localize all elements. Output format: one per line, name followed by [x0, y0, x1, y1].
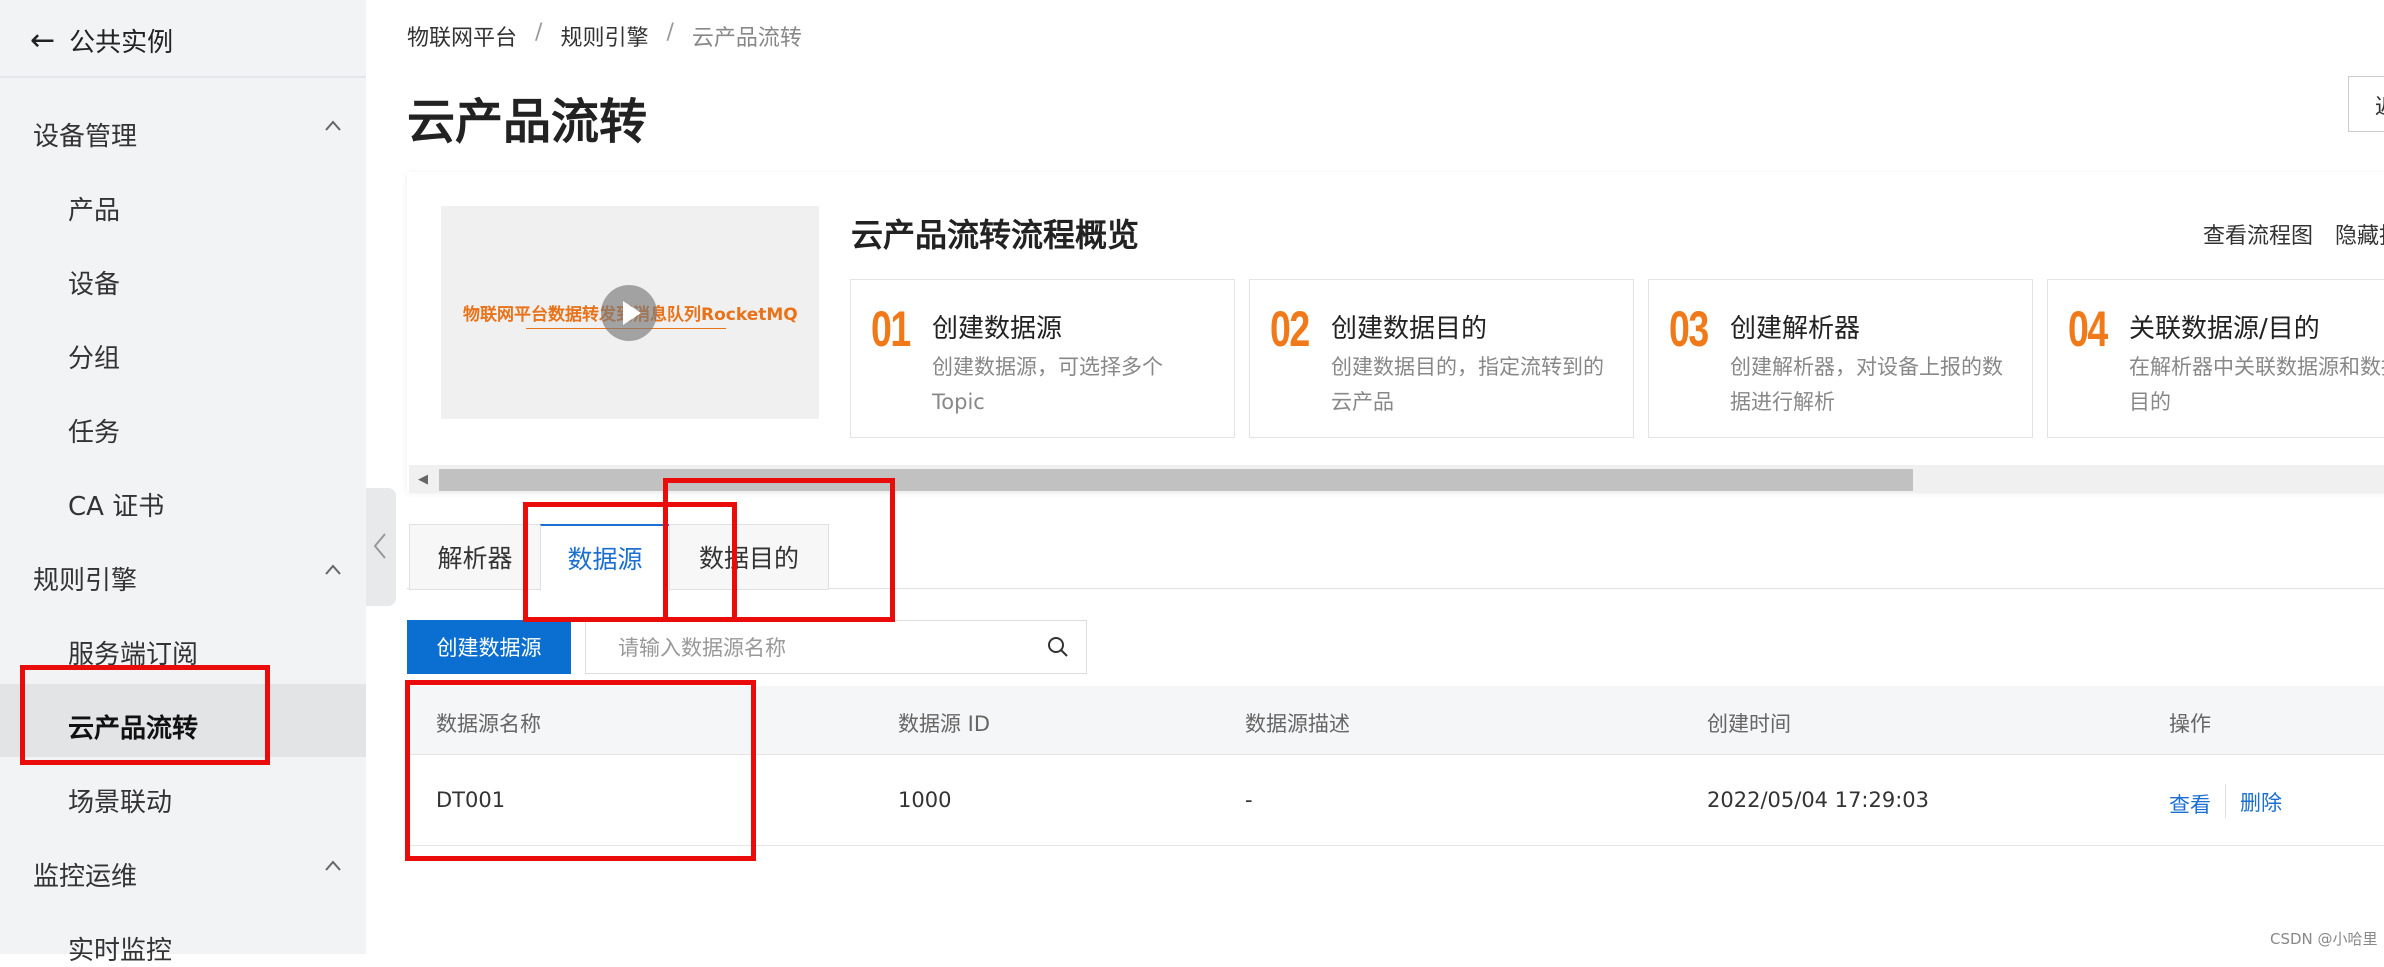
breadcrumb-iot-platform[interactable]: 物联网平台 [407, 20, 517, 52]
sidebar-item-products[interactable]: 产品 [68, 190, 120, 227]
play-icon[interactable] [601, 285, 657, 341]
step-number: 03 [1669, 301, 1709, 357]
sidebar-group-rule-engine[interactable]: 规则引擎 [33, 560, 137, 597]
step-description: 创建解析器，对设备上报的数据进行解析 [1730, 355, 2003, 414]
step-card-2: 02 创建数据目的 创建数据目的，指定流转到的云产品 [1249, 279, 1634, 438]
scroll-left-icon[interactable]: ◀ [418, 472, 428, 487]
page-title: 云产品流转 [407, 94, 648, 150]
step-title: 创建解析器 [1730, 314, 1861, 344]
intro-video[interactable]: 物联网平台数据转发到消息队列RocketMQ [441, 206, 819, 419]
search-input[interactable] [616, 621, 1020, 675]
sidebar-item-realtime-monitoring[interactable]: 实时监控 [68, 930, 172, 967]
create-data-source-button[interactable]: 创建数据源 [407, 620, 571, 674]
chevron-up-icon[interactable] [325, 118, 341, 134]
cell-created-time: 2022/05/04 17:29:03 [1707, 788, 1930, 812]
sidebar-group-device-management[interactable]: 设备管理 [33, 116, 137, 153]
cell-description: - [1245, 788, 1253, 812]
arrow-left-icon: ← [30, 22, 56, 58]
step-card-1: 01 创建数据源 创建数据源，可选择多个 Topic [850, 279, 1235, 438]
breadcrumb-separator: / [535, 20, 543, 45]
action-separator [2225, 784, 2226, 818]
step-card-4: 04 关联数据源/目的 在解析器中关联数据源和数据目的 [2047, 279, 2384, 438]
step-title: 创建数据源 [932, 314, 1063, 344]
step-card-3: 03 创建解析器 创建解析器，对设备上报的数据进行解析 [1648, 279, 2033, 438]
sidebar-item-groups[interactable]: 分组 [68, 338, 120, 375]
step-description: 在解析器中关联数据源和数据目的 [2129, 355, 2384, 414]
highlight-box-destination-tab [663, 478, 895, 622]
overview-title: 云产品流转流程概览 [851, 216, 1140, 254]
breadcrumb-separator: / [666, 20, 674, 45]
sidebar-item-tasks[interactable]: 任务 [68, 412, 120, 449]
sidebar-collapse-handle[interactable] [366, 488, 396, 606]
step-title: 创建数据目的 [1331, 314, 1488, 344]
sidebar-divider [0, 76, 366, 78]
sidebar-item-ca-certificate[interactable]: CA 证书 [68, 486, 164, 523]
sidebar-item-devices[interactable]: 设备 [68, 264, 120, 301]
view-link[interactable]: 查看 [2169, 789, 2211, 819]
column-header-created-time: 创建时间 [1707, 712, 1791, 736]
sidebar-group-monitoring[interactable]: 监控运维 [33, 856, 137, 893]
back-label: 公共实例 [69, 28, 174, 58]
view-flowchart-link[interactable]: 查看流程图 [2203, 218, 2313, 250]
cell-id: 1000 [898, 788, 952, 812]
tab-parser[interactable]: 解析器 [409, 524, 541, 590]
highlight-box-name-column [405, 680, 756, 861]
return-button-label: 返 [2375, 89, 2384, 121]
back-to-instances[interactable]: ← 公共实例 [30, 22, 173, 59]
chevron-up-icon[interactable] [325, 562, 341, 578]
delete-link[interactable]: 删除 [2240, 787, 2282, 817]
step-description: 创建数据源，可选择多个 Topic [932, 355, 1163, 414]
step-number: 04 [2068, 301, 2108, 357]
watermark: CSDN @小哈里 [2270, 930, 2378, 948]
breadcrumb-rule-engine[interactable]: 规则引擎 [560, 20, 648, 52]
breadcrumb: 物联网平台 / 规则引擎 / 云产品流转 [407, 20, 802, 52]
sidebar-item-scene-linkage[interactable]: 场景联动 [68, 782, 172, 819]
step-description: 创建数据目的，指定流转到的云产品 [1331, 355, 1604, 414]
column-header-actions: 操作 [2169, 712, 2211, 736]
hide-guide-link[interactable]: 隐藏指 [2335, 218, 2384, 250]
column-header-description: 数据源描述 [1245, 712, 1350, 736]
breadcrumb-current: 云产品流转 [691, 26, 802, 51]
step-number: 01 [871, 301, 911, 357]
step-title: 关联数据源/目的 [2129, 314, 2320, 344]
chevron-left-icon [373, 533, 386, 559]
chevron-up-icon[interactable] [325, 858, 341, 874]
highlight-box-sidebar [20, 665, 270, 765]
step-number: 02 [1270, 301, 1310, 357]
column-header-id: 数据源 ID [898, 712, 991, 736]
return-button[interactable]: 返 [2348, 76, 2384, 132]
search-icon[interactable] [1046, 635, 1070, 659]
search-box [585, 620, 1087, 675]
scrollbar-thumb[interactable] [439, 469, 1913, 491]
